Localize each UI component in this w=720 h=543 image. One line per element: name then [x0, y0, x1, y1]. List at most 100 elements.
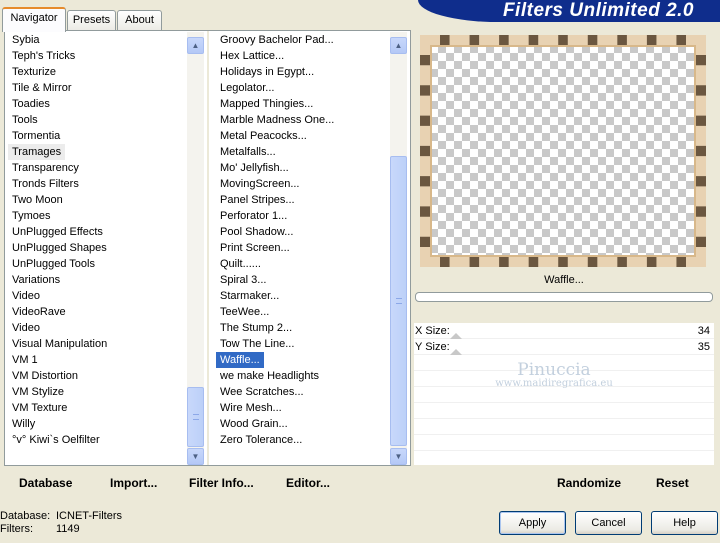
randomize-button[interactable]: Randomize — [557, 475, 621, 491]
list-item[interactable]: VM Distortion — [8, 368, 188, 384]
list-item[interactable]: Video — [8, 288, 188, 304]
list-item[interactable]: Panel Stripes... — [216, 192, 396, 208]
list-item[interactable]: Perforator 1... — [216, 208, 396, 224]
list-item[interactable]: Pool Shadow... — [216, 224, 396, 240]
watermark: Pinuccia www.maidiregrafica.eu — [484, 360, 624, 389]
tab-about[interactable]: About — [117, 10, 162, 30]
list-item[interactable]: VideoRave — [8, 304, 188, 320]
list-item[interactable]: Mo' Jellyfish... — [216, 160, 396, 176]
panel-divider — [207, 31, 209, 465]
preview-image — [420, 35, 706, 267]
list-item[interactable]: TeeWee... — [216, 304, 396, 320]
filters-count: 1149 — [56, 523, 80, 535]
reset-button[interactable]: Reset — [656, 475, 689, 491]
list-item[interactable]: Tools — [8, 112, 188, 128]
database-value: ICNET-Filters — [56, 510, 122, 522]
list-item[interactable]: Hex Lattice... — [216, 48, 396, 64]
status-area: Database: ICNET-Filters Filters: 1149 — [0, 510, 122, 536]
list-item[interactable]: Holidays in Egypt... — [216, 64, 396, 80]
scroll-up-icon[interactable]: ▲ — [187, 37, 204, 54]
list-item[interactable]: Metal Peacocks... — [216, 128, 396, 144]
grip-icon — [193, 414, 199, 420]
editor-button[interactable]: Editor... — [286, 475, 330, 491]
list-item[interactable]: Texturize — [8, 64, 188, 80]
list-item[interactable]: Legolator... — [216, 80, 396, 96]
list-item[interactable]: Variations — [8, 272, 188, 288]
param-x-size[interactable]: X Size: 34 — [414, 323, 714, 339]
cancel-button[interactable]: Cancel — [575, 511, 642, 535]
param-label: X Size: — [415, 325, 450, 337]
database-label: Database: — [0, 510, 51, 522]
list-item[interactable]: Mapped Thingies... — [216, 96, 396, 112]
param-empty — [414, 435, 714, 451]
list-item[interactable]: Starmaker... — [216, 288, 396, 304]
list-item[interactable]: Groovy Bachelor Pad... — [216, 32, 396, 48]
scroll-down-icon[interactable]: ▼ — [187, 448, 204, 465]
list-item[interactable]: Print Screen... — [216, 240, 396, 256]
filter-info-button[interactable]: Filter Info... — [189, 475, 254, 491]
list-item[interactable]: Tronds Filters — [8, 176, 188, 192]
import-button[interactable]: Import... — [110, 475, 157, 491]
list-item[interactable]: Visual Manipulation — [8, 336, 188, 352]
category-list[interactable]: Sybia Teph's Tricks Texturize Tile & Mirror… — [8, 32, 188, 448]
param-value: 35 — [697, 341, 710, 353]
list-item[interactable]: MovingScreen... — [216, 176, 396, 192]
list-item[interactable]: Spiral 3... — [216, 272, 396, 288]
navigator-panel: Sybia Teph's Tricks Texturize Tile & Mirror… — [4, 30, 411, 466]
param-empty — [414, 387, 714, 403]
list-item[interactable]: Tramages — [8, 144, 66, 160]
list-item[interactable]: Waffle... — [216, 352, 264, 368]
list-item[interactable]: Sybia — [8, 32, 188, 48]
filter-scrollbar[interactable]: ▲ ▼ — [390, 32, 407, 465]
category-scrollbar[interactable]: ▲ ▼ — [187, 32, 204, 465]
filter-list[interactable]: Groovy Bachelor Pad... Hex Lattice... Holi… — [216, 32, 396, 448]
list-item[interactable]: UnPlugged Tools — [8, 256, 188, 272]
apply-button[interactable]: Apply — [499, 511, 566, 535]
list-item[interactable]: Tow The Line... — [216, 336, 396, 352]
grip-icon — [396, 298, 402, 304]
filters-label: Filters: — [0, 523, 33, 535]
list-item[interactable]: Quilt...... — [216, 256, 396, 272]
param-empty — [414, 419, 714, 435]
param-empty — [414, 403, 714, 419]
param-label: Y Size: — [415, 341, 450, 353]
param-y-size[interactable]: Y Size: 35 — [414, 339, 714, 355]
parameter-list: X Size: 34 Y Size: 35 — [414, 323, 714, 465]
list-item[interactable]: Teph's Tricks — [8, 48, 188, 64]
list-item[interactable]: Wee Scratches... — [216, 384, 396, 400]
scroll-thumb[interactable] — [390, 156, 407, 446]
list-item[interactable]: The Stump 2... — [216, 320, 396, 336]
list-item[interactable]: Zero Tolerance... — [216, 432, 396, 448]
list-item[interactable]: VM 1 — [8, 352, 188, 368]
scroll-up-icon[interactable]: ▲ — [390, 37, 407, 54]
list-item[interactable]: Tile & Mirror — [8, 80, 188, 96]
list-item[interactable]: Two Moon — [8, 192, 188, 208]
tab-presets[interactable]: Presets — [67, 10, 116, 30]
list-item[interactable]: Wood Grain... — [216, 416, 396, 432]
database-button[interactable]: Database — [19, 475, 72, 491]
list-item[interactable]: Tormentia — [8, 128, 188, 144]
list-item[interactable]: VM Stylize — [8, 384, 188, 400]
list-item[interactable]: Metalfalls... — [216, 144, 396, 160]
list-item[interactable]: Marble Madness One... — [216, 112, 396, 128]
list-item[interactable]: Transparency — [8, 160, 188, 176]
list-item[interactable]: UnPlugged Shapes — [8, 240, 188, 256]
list-item[interactable]: Willy — [8, 416, 188, 432]
tab-bar: Navigator Presets About — [0, 0, 420, 32]
list-item[interactable]: °v° Kiwi`s Oelfilter — [8, 432, 188, 448]
list-item[interactable]: VM Texture — [8, 400, 188, 416]
watermark-url: www.maidiregrafica.eu — [495, 378, 613, 389]
param-value: 34 — [697, 325, 710, 337]
list-item[interactable]: Wire Mesh... — [216, 400, 396, 416]
list-item[interactable]: Video — [8, 320, 188, 336]
list-item[interactable]: Toadies — [8, 96, 188, 112]
title-banner: Filters Unlimited 2.0 — [418, 0, 720, 22]
help-button[interactable]: Help — [651, 511, 718, 535]
scroll-down-icon[interactable]: ▼ — [390, 448, 407, 465]
tab-navigator[interactable]: Navigator — [2, 7, 66, 32]
list-item[interactable]: UnPlugged Effects — [8, 224, 188, 240]
scroll-thumb[interactable] — [187, 387, 204, 447]
list-item[interactable]: we make Headlights — [216, 368, 396, 384]
app-title: Filters Unlimited 2.0 — [502, 0, 694, 21]
list-item[interactable]: Tymoes — [8, 208, 188, 224]
